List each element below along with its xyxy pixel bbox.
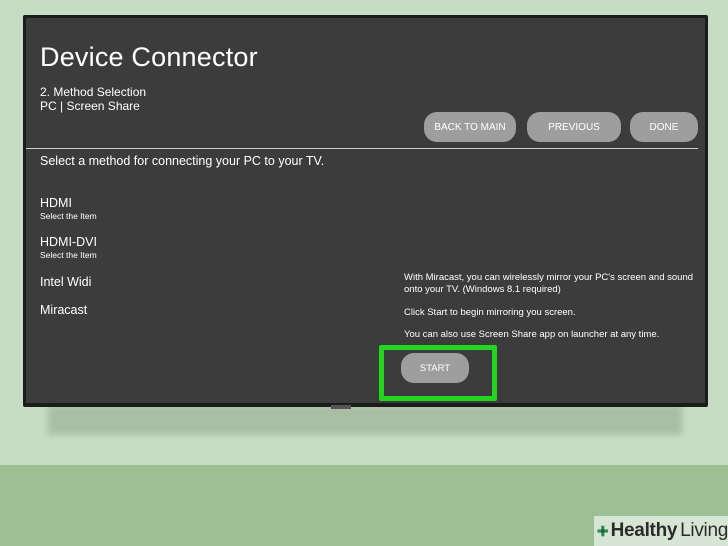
tv-stand — [331, 405, 351, 409]
screen-share-tip: You can also use Screen Share app on lau… — [404, 329, 660, 340]
brand-logo: Healthy Living — [594, 516, 728, 546]
start-button[interactable]: START — [401, 353, 469, 383]
miracast-description: With Miracast, you can wirelessly mirror… — [404, 272, 694, 295]
header-divider — [26, 148, 698, 149]
logo-word-healthy: Healthy — [610, 520, 678, 541]
method-name: Intel Widi — [40, 275, 92, 289]
method-item-hdmi[interactable]: HDMI Select the Item — [40, 196, 97, 221]
method-hint: Select the Item — [40, 250, 97, 260]
tv-screen: Device Connector 2. Method Selection PC … — [26, 18, 705, 403]
tv-frame: Device Connector 2. Method Selection PC … — [23, 15, 708, 407]
method-name: HDMI — [40, 196, 72, 210]
method-item-miracast[interactable]: Miracast — [40, 303, 87, 317]
plus-icon — [597, 525, 609, 537]
step-label: 2. Method Selection — [40, 85, 147, 99]
back-to-main-button[interactable]: BACK TO MAIN — [424, 112, 516, 142]
previous-button[interactable]: PREVIOUS — [527, 112, 621, 142]
page-title: Device Connector — [40, 42, 258, 72]
method-item-intel-widi[interactable]: Intel Widi — [40, 275, 91, 289]
method-name: HDMI-DVI — [40, 235, 97, 249]
method-item-hdmi-dvi[interactable]: HDMI-DVI Select the Item — [40, 235, 97, 260]
logo-word-living: Living — [680, 520, 728, 541]
context-label: PC | Screen Share — [40, 99, 140, 113]
method-name: Miracast — [40, 303, 88, 317]
done-button[interactable]: DONE — [630, 112, 698, 142]
start-instruction: Click Start to begin mirroring you scree… — [404, 307, 576, 318]
instruction-text: Select a method for connecting your PC t… — [40, 154, 325, 168]
method-hint: Select the Item — [40, 211, 97, 221]
tv-shadow — [48, 405, 682, 435]
